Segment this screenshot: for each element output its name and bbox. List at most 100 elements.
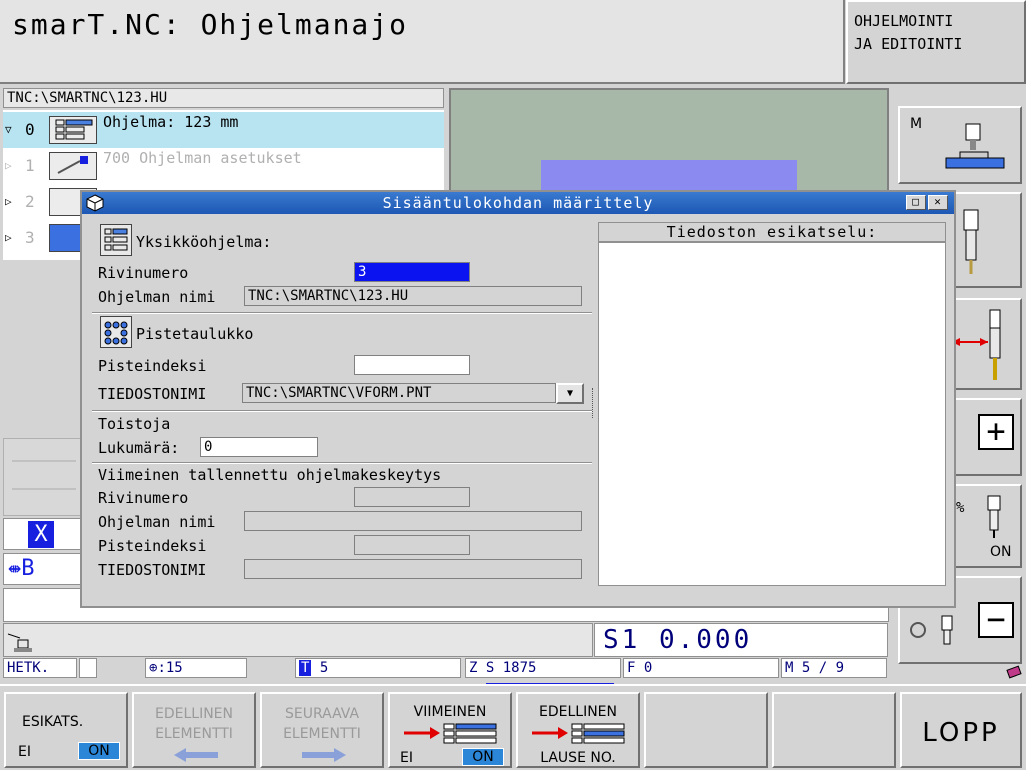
point-index-input[interactable] — [354, 355, 470, 375]
tool-info-row — [3, 623, 593, 657]
next-element-line1: SEURAAVA — [284, 706, 360, 722]
end-label: LOPP — [922, 718, 1000, 748]
dropdown-arrow-icon[interactable]: ▼ — [556, 383, 584, 404]
softkey-bar: ESIKATS. EI ON EDELLINEN ELEMENTTI SEURA… — [0, 684, 1026, 770]
tree-row-number: 1 — [25, 156, 35, 175]
unit-program-icon — [100, 224, 132, 256]
machine-table-icon — [940, 118, 1010, 182]
axis-b-label: ⇼B — [8, 556, 35, 581]
preview-toggle-softkey[interactable]: ESIKATS. EI ON — [4, 692, 128, 768]
point-index-label: Pisteindeksi — [98, 357, 207, 375]
prev-block-line1: EDELLINEN — [539, 704, 617, 720]
filename-label: TIEDOSTONIMI — [98, 385, 207, 403]
prev-element-line1: EDELLINEN — [155, 706, 233, 722]
tree-row-label: Ohjelma: 123 mm — [103, 113, 239, 131]
status-bar: HETK. ⊕:15 T 5 Z S 1875 F 0 M 5 / 9 — [3, 658, 888, 678]
row-number-input[interactable]: 3 — [354, 262, 470, 282]
empty-softkey-7[interactable] — [772, 692, 896, 768]
entry-point-dialog: Sisääntulokohdan määrittely □ ✕ Yksikköo… — [80, 190, 956, 608]
point-table-icon — [100, 316, 132, 348]
preview-label: ESIKATS. — [22, 714, 84, 730]
last-softkey[interactable]: VIIMEINEN EI ON — [388, 692, 512, 768]
expand-icon[interactable]: ▽ — [5, 112, 12, 148]
status-override: ⊕:15 — [145, 658, 247, 678]
prev-block-line2: LAUSE NO. — [540, 750, 616, 766]
dialog-titlebar: Sisääntulokohdan määrittely □ ✕ — [82, 192, 954, 214]
next-element-line2: ELEMENTTI — [283, 726, 361, 742]
last-program-name-label: Ohjelman nimi — [98, 513, 216, 531]
status-mfunc: M 5 / 9 — [781, 658, 887, 678]
maximize-button[interactable]: □ — [906, 195, 926, 210]
axis-x-label: X — [28, 521, 54, 548]
mode-line-1: OHJELMOINTI — [854, 12, 954, 30]
machine-mode-button[interactable]: M — [898, 106, 1022, 184]
last-label: VIIMEINEN — [413, 704, 487, 720]
program-icon — [49, 116, 97, 144]
dialog-title: Sisääntulokohdan määrittely — [382, 194, 654, 212]
file-preview-title: Tiedoston esikatselu: — [598, 222, 946, 242]
previous-element-softkey[interactable]: EDELLINEN ELEMENTTI — [132, 692, 256, 768]
settings-icon — [49, 152, 97, 180]
count-input[interactable]: 0 — [200, 437, 318, 457]
mode-line-2: JA EDITOINTI — [854, 35, 963, 53]
tree-row-number: 2 — [25, 192, 35, 211]
tree-row-1[interactable]: ▷ 1 700 Ohjelman asetukset — [3, 148, 444, 184]
title-bar: smarT.NC: Ohjelmanajo — [0, 0, 845, 84]
last-saved-title: Viimeinen tallennettu ohjelmakeskeytys — [98, 466, 442, 484]
preview-off: EI — [18, 744, 31, 760]
end-softkey[interactable]: LOPP — [900, 692, 1022, 768]
separator — [92, 312, 592, 314]
last-on: ON — [462, 748, 504, 766]
tree-row-label: 700 Ohjelman asetukset — [103, 149, 302, 167]
file-preview-area — [598, 242, 946, 586]
spindle-icon — [984, 494, 1004, 542]
arrow-right-icon — [302, 748, 346, 766]
next-element-softkey[interactable]: SEURAAVA ELEMENTTI — [260, 692, 384, 768]
last-row-number-label: Rivinumero — [98, 489, 189, 507]
section-unit-program-title: Yksikköohjelma: — [136, 233, 272, 251]
status-blank — [79, 658, 97, 678]
on-label: ON — [990, 544, 1012, 560]
previous-block-softkey[interactable]: EDELLINEN LAUSE NO. — [516, 692, 640, 768]
plus-icon: + — [978, 414, 1014, 450]
last-filename-label: TIEDOSTONIMI — [98, 561, 207, 579]
tree-row-number: 3 — [25, 228, 35, 247]
prev-element-line2: ELEMENTTI — [155, 726, 233, 742]
row-number-label: Rivinumero — [98, 264, 189, 282]
expand-icon[interactable]: ▷ — [5, 184, 12, 220]
axis-b-box: ⇼B — [3, 553, 81, 585]
machine-icon — [6, 628, 36, 658]
tree-row-0[interactable]: ▽ 0 Ohjelma: 123 mm — [3, 112, 444, 148]
cube-icon — [86, 194, 104, 218]
arrow-left-icon — [174, 748, 218, 766]
axis-x-box: X — [3, 518, 81, 550]
status-tool: T 5 — [295, 658, 461, 678]
operating-mode-box: OHJELMOINTI JA EDITOINTI — [846, 0, 1026, 84]
status-feed: F 0 — [623, 658, 779, 678]
program-name-field[interactable]: TNC:\SMARTNC\123.HU — [244, 286, 582, 306]
last-program-name-field — [244, 511, 582, 531]
m-label: M — [910, 116, 923, 132]
separator — [92, 410, 592, 412]
last-row-number-field — [354, 487, 470, 507]
separator — [92, 462, 592, 464]
close-button[interactable]: ✕ — [928, 195, 948, 210]
expand-icon[interactable]: ▷ — [5, 148, 12, 184]
last-block-icon — [400, 722, 504, 748]
splitter-handle[interactable] — [592, 388, 596, 418]
status-mode: HETK. — [3, 658, 77, 678]
tool-length-icon — [952, 308, 1012, 388]
program-path: TNC:\SMARTNC\123.HU — [3, 88, 444, 108]
tool-icon — [956, 208, 986, 282]
spindle-s1-display: S1 0.000 — [594, 623, 888, 657]
repeat-title: Toistoja — [98, 415, 171, 433]
filename-dropdown[interactable]: TNC:\SMARTNC\VFORM.PNT — [242, 383, 556, 403]
rotate-icon — [908, 614, 968, 658]
empty-softkey-6[interactable] — [644, 692, 768, 768]
previous-block-icon — [528, 722, 632, 748]
count-label: Lukumärä: — [98, 439, 180, 457]
tree-row-number: 0 — [25, 120, 35, 139]
expand-icon[interactable]: ▷ — [5, 220, 12, 256]
program-name-label: Ohjelman nimi — [98, 288, 216, 306]
minus-icon: − — [978, 602, 1014, 638]
